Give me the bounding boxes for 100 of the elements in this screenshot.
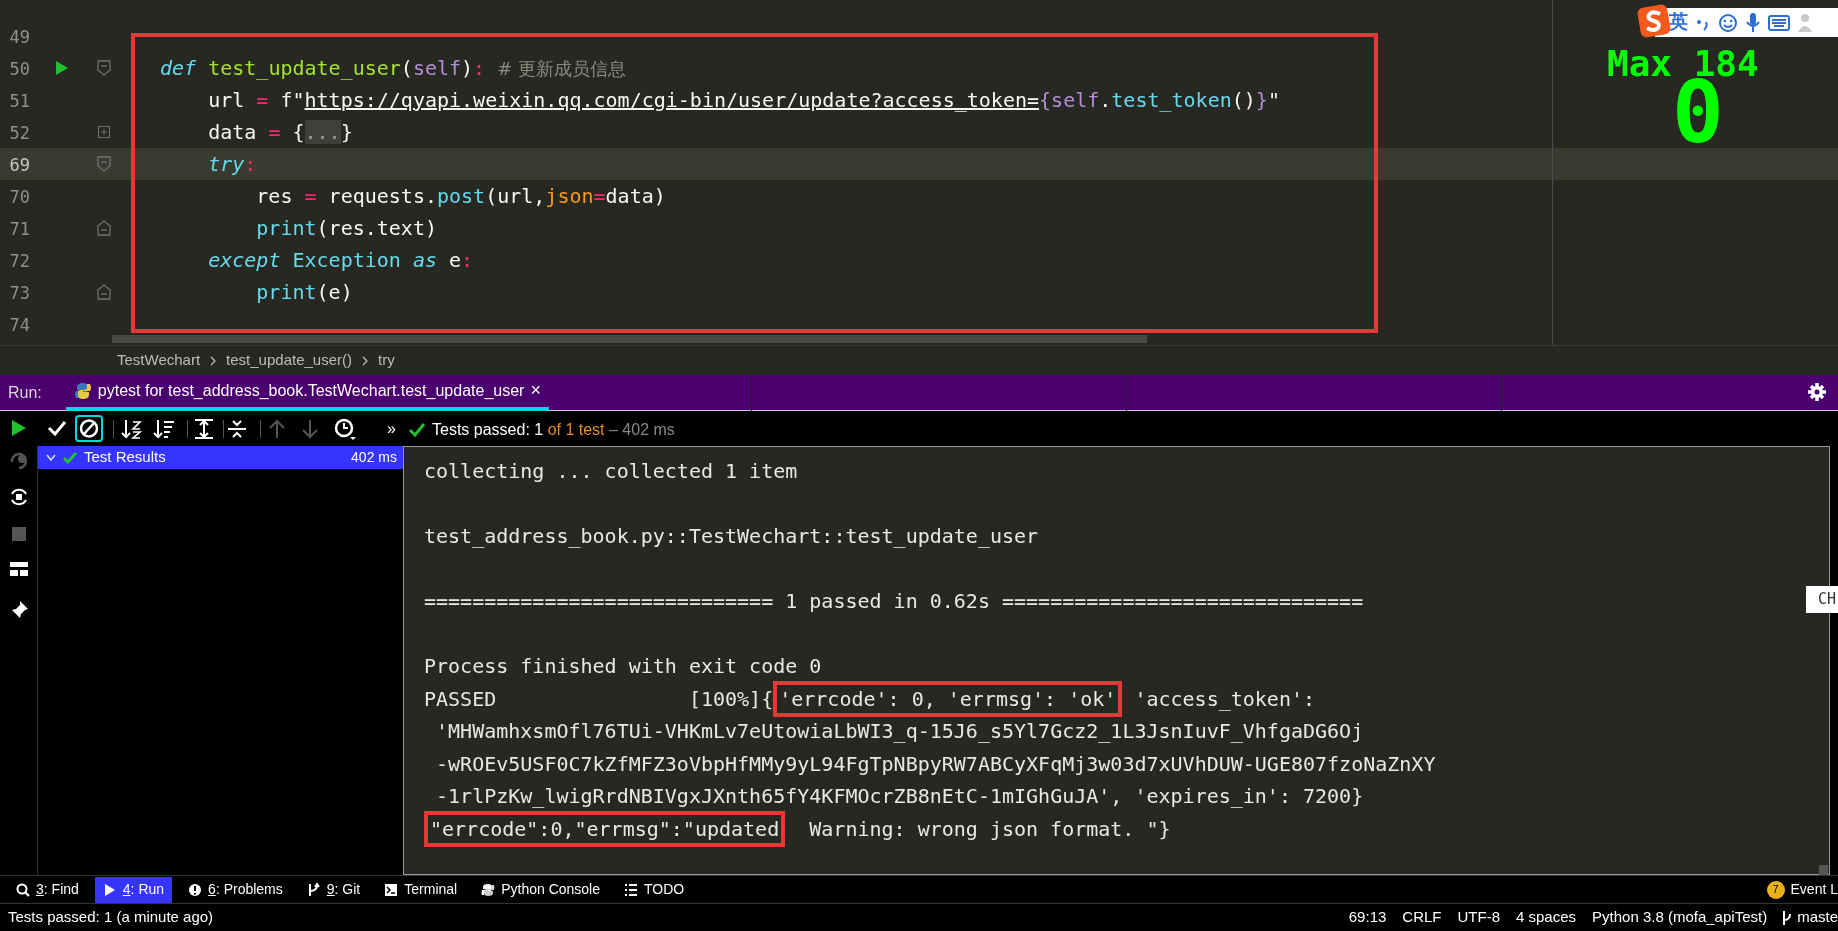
expand-icon[interactable] <box>98 126 110 138</box>
run-label: Run: <box>8 382 42 403</box>
run-icon[interactable] <box>11 419 27 437</box>
tool-window-button[interactable]: 6: Problems <box>180 876 291 903</box>
ime-mode-indicator[interactable]: 英 <box>1669 8 1688 37</box>
tool-window-button[interactable]: 3: Find <box>8 876 87 903</box>
line-number: 52 <box>8 122 30 145</box>
event-log-button[interactable]: Event L <box>1790 879 1838 900</box>
branch-icon[interactable] <box>1781 909 1794 926</box>
code-text: { <box>292 120 305 144</box>
code-text: (e) <box>316 280 353 304</box>
breadcrumb-item[interactable]: test_update_user() <box>226 349 352 372</box>
code-text: res <box>256 184 294 208</box>
self-token: self <box>412 56 462 80</box>
code-text: f" <box>280 88 305 112</box>
status-message: Tests passed: 1 (a minute ago) <box>8 907 214 928</box>
operator: : <box>461 248 474 272</box>
builtin-name: print <box>256 216 317 240</box>
keyword: try <box>208 152 245 176</box>
keyword: def <box>160 56 198 80</box>
sort-alphabetical-icon[interactable] <box>121 418 143 440</box>
close-button[interactable]: × <box>530 377 541 404</box>
chevron-icon[interactable] <box>46 453 56 462</box>
arrow-down-icon[interactable] <box>301 419 319 439</box>
line-number: 70 <box>8 186 30 209</box>
function-name: test_update_user <box>208 56 401 80</box>
play-icon <box>102 882 117 897</box>
microphone-icon[interactable] <box>1746 11 1760 34</box>
line-number: 72 <box>8 250 30 273</box>
operator: = <box>304 184 318 208</box>
chevron-icon <box>210 355 217 366</box>
sogou-logo-icon[interactable] <box>1637 4 1671 38</box>
code-text: " <box>1267 88 1280 112</box>
status-item[interactable]: CRLF <box>1402 906 1442 929</box>
layout-icon[interactable] <box>9 560 29 578</box>
self-token: {self <box>1039 88 1100 112</box>
notification-badge: 7 <box>1766 880 1785 899</box>
console-text: test_address_book.py::TestWechart::test_update_user <box>424 524 1039 548</box>
stop-icon[interactable] <box>11 526 27 542</box>
status-item[interactable]: Python 3.8 (mofa_apiTest) <box>1592 906 1768 929</box>
tests-summary: Tests passed: 1 <box>432 421 544 438</box>
git-branch[interactable]: maste <box>1797 906 1838 929</box>
breadcrumb-item[interactable]: try <box>378 349 395 372</box>
fold-icon[interactable] <box>97 220 111 236</box>
operator: : <box>244 152 257 176</box>
horizontal-scrollbar[interactable] <box>112 335 1147 343</box>
tool-window-button[interactable]: Terminal <box>376 876 466 903</box>
code-text: () <box>1231 88 1256 112</box>
keyword: except <box>208 248 282 272</box>
code-text: (url, <box>485 184 546 208</box>
code-text: data) <box>605 184 666 208</box>
fold-icon[interactable] <box>97 284 111 300</box>
status-item[interactable]: 69:13 <box>1348 906 1387 929</box>
tree-row[interactable]: Test Results 402 ms <box>38 446 403 469</box>
clock-icon[interactable] <box>333 417 357 441</box>
list-icon <box>624 882 638 897</box>
collapse-all-icon[interactable] <box>226 418 248 440</box>
tool-window-button[interactable]: 4: Run <box>94 876 173 903</box>
console-text: -1rlPzKw_lwigRrdNBIVgxJXnth65fY4KFMOcrZB8nEtC-1mIGhGuJA', 'expires_in': 7200} <box>435 784 1364 808</box>
tool-window-button[interactable]: TODO <box>616 876 693 903</box>
keyboard-icon[interactable] <box>1768 14 1790 31</box>
python-icon <box>73 381 92 400</box>
operator: = <box>256 88 270 112</box>
check-icon <box>408 422 426 438</box>
breadcrumb-item[interactable]: TestWechart <box>117 349 201 372</box>
status-item[interactable]: UTF-8 <box>1457 906 1500 929</box>
check-icon <box>62 450 78 465</box>
fold-icon[interactable] <box>97 60 111 76</box>
settings-icon[interactable] <box>1808 383 1826 401</box>
code-text: data <box>208 120 258 144</box>
sort-duration-icon[interactable] <box>153 418 175 440</box>
operator: : <box>473 56 486 80</box>
status-item[interactable]: 4 spaces <box>1516 906 1577 929</box>
check-icon[interactable] <box>47 419 67 437</box>
console-text: ============================= 1 passed in 0.62s ============================== <box>424 589 1364 613</box>
tree-label: Test Results <box>84 447 166 468</box>
line-number: 74 <box>8 314 30 337</box>
tool-window-button[interactable]: 9: Git <box>298 876 369 903</box>
line-number: 71 <box>8 218 30 241</box>
arrow-up-icon[interactable] <box>268 419 286 439</box>
operator: = <box>593 184 606 208</box>
tests-count: of 1 test <box>547 421 605 438</box>
cancel-icon[interactable] <box>75 415 103 442</box>
line-number: 51 <box>8 90 30 113</box>
code-comment: # 更新成员信息 <box>497 58 626 79</box>
smiley-icon[interactable] <box>1718 12 1738 33</box>
builtin-name: print <box>256 280 317 304</box>
builtin-name: post <box>436 184 486 208</box>
chevron-icon <box>362 355 368 366</box>
code-text: (res.text) <box>316 216 437 240</box>
expand-all-icon[interactable] <box>193 418 215 440</box>
input-method-tag: CH <box>1805 586 1838 613</box>
builtin-name: test_token <box>1111 88 1232 112</box>
console-text: Process finished with exit code 0 <box>424 654 822 678</box>
tool-window-button[interactable]: Python Console <box>473 876 608 903</box>
scrollbar-thumb[interactable] <box>1819 865 1828 875</box>
run-icon[interactable] <box>55 60 69 76</box>
highlighted-output: 'errcode': 0, 'errmsg': 'ok' <box>773 680 1123 717</box>
more-button[interactable]: » <box>387 417 396 441</box>
url-string: https://qyapi.weixin.qq.com/cgi-bin/user/update?access_token= <box>304 88 1040 112</box>
